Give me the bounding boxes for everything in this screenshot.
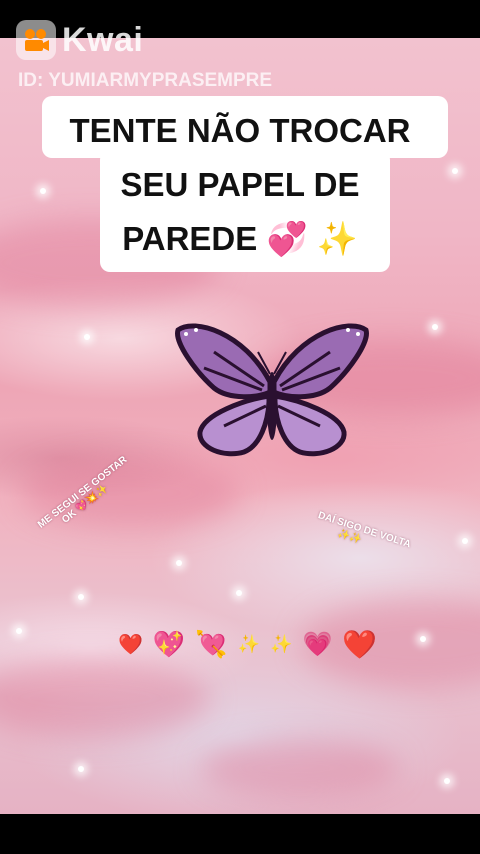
growing-heart-icon: 💗 <box>302 631 333 658</box>
caption-line-3-text: PAREDE <box>122 220 258 257</box>
red-heart-icon: ❤️ <box>118 634 143 656</box>
caption-emojis: 💞 ✨ <box>266 220 358 257</box>
heart-arrow-icon: 💘 <box>195 629 228 659</box>
video-frame: Kwai ID: YUMIARMYPRASEMPRE TENTE NÃO TRO… <box>0 0 480 854</box>
sparkle <box>420 636 426 642</box>
kwai-watermark: Kwai <box>16 20 143 60</box>
kwai-logo-text: Kwai <box>62 20 144 59</box>
bottom-letterbox <box>0 814 480 854</box>
sparkle <box>78 594 84 600</box>
caption-line-3: PAREDE 💞 ✨ <box>0 220 480 259</box>
creator-id: ID: YUMIARMYPRASEMPRE <box>18 70 273 91</box>
sparkles-icon: ✨ <box>270 634 293 654</box>
sparkle <box>462 538 468 544</box>
sparkle <box>236 590 242 596</box>
sparkle <box>432 324 438 330</box>
caption-line-2: SEU PAPEL DE <box>120 166 360 203</box>
sparkles-icon: ✨ <box>237 634 261 654</box>
kwai-camera-icon <box>16 20 56 60</box>
sparkling-heart-icon: 💖 <box>152 629 186 659</box>
sparkle <box>84 334 90 340</box>
emoji-row: ❤️ 💖 💘 ✨ ✨ 💗 ❤️ <box>118 628 377 661</box>
sparkle <box>176 560 182 566</box>
caption-line-1: TENTE NÃO TROCAR <box>69 112 411 149</box>
sparkle <box>78 766 84 772</box>
red-heart-icon: ❤️ <box>342 629 378 660</box>
sparkle <box>16 628 22 634</box>
sparkle <box>444 778 450 784</box>
butterfly-icon <box>175 323 369 457</box>
